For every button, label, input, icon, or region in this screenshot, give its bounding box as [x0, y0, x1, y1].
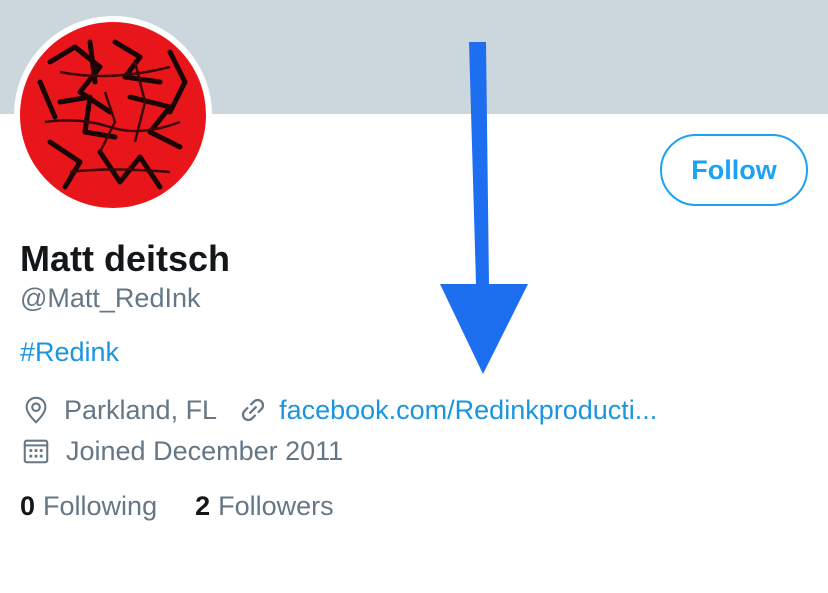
followers-stat[interactable]: 2 Followers — [195, 491, 334, 522]
profile-page: Follow Matt deitsch @Matt_RedInk #Redink… — [0, 0, 828, 593]
website-link[interactable]: facebook.com/Redinkproducti... — [279, 395, 657, 426]
joined-text: Joined December 2011 — [66, 435, 344, 466]
profile-meta-row: Parkland, FL facebook.com/Redinkproducti… — [20, 394, 657, 426]
joined-row: Joined December 2011 — [20, 435, 343, 467]
profile-handle: @Matt_RedInk — [20, 283, 201, 313]
location-pin-icon — [20, 394, 52, 426]
follow-button[interactable]: Follow — [660, 134, 808, 206]
profile-name: Matt deitsch — [20, 238, 231, 279]
location-text: Parkland, FL — [64, 394, 218, 425]
link-icon — [237, 394, 269, 426]
avatar-image — [20, 22, 206, 208]
calendar-icon — [20, 435, 52, 467]
avatar[interactable] — [14, 16, 212, 214]
following-count: 0 — [20, 491, 36, 521]
followers-label: Followers — [218, 491, 334, 521]
following-label: Following — [43, 491, 158, 521]
bio-hashtag-link[interactable]: #Redink — [20, 337, 119, 368]
following-stat[interactable]: 0 Following — [20, 491, 157, 522]
followers-count: 2 — [195, 491, 211, 521]
down-arrow-icon — [440, 42, 528, 374]
profile-stats: 0 Following 2 Followers — [20, 491, 334, 522]
